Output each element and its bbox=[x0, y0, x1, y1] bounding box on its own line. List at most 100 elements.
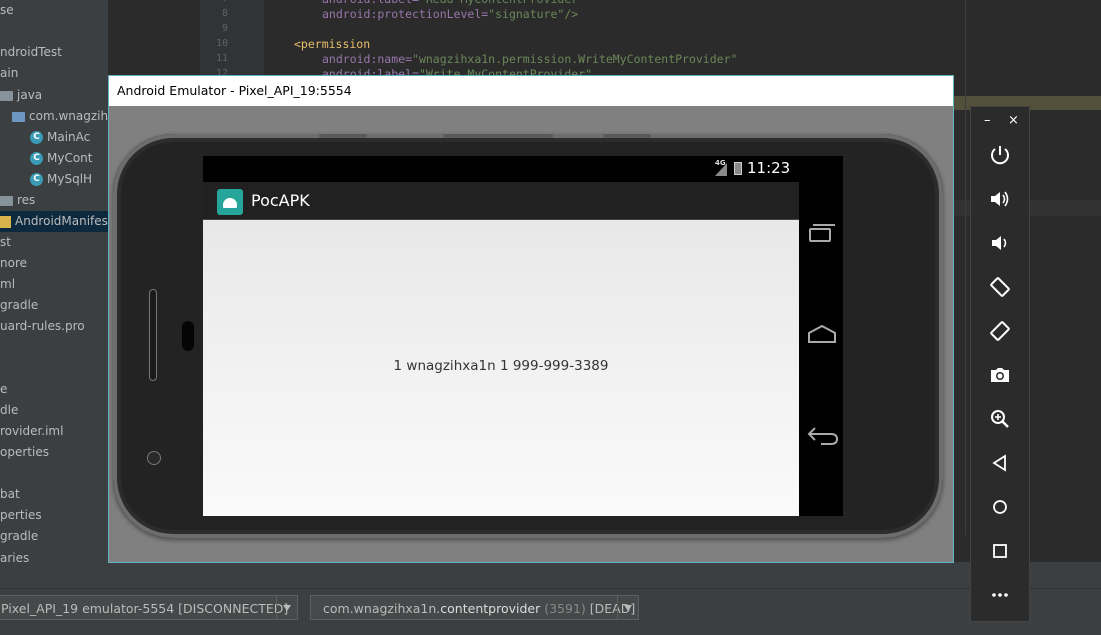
home-icon[interactable] bbox=[988, 495, 1012, 519]
tool-panel-header bbox=[0, 562, 1101, 588]
code-line: android:label="Read MyContentProvider" bbox=[322, 0, 585, 6]
emulator-title-bar[interactable]: Android Emulator - Pixel_API_19:5554 bbox=[109, 76, 953, 106]
process-selector-label: com.wnagzihxa1n.contentprovider (3591) [… bbox=[323, 596, 635, 621]
phone-side-button bbox=[443, 134, 553, 138]
project-tree-label: res bbox=[17, 193, 36, 207]
xml-value: "Read MyContentProvider" bbox=[419, 0, 585, 6]
back-icon[interactable] bbox=[988, 451, 1012, 475]
line-number: 10 bbox=[215, 38, 228, 49]
project-tree-label: gradle bbox=[0, 529, 39, 543]
project-tree-item[interactable]: gradle bbox=[0, 295, 108, 316]
project-tree-item[interactable]: dle bbox=[0, 400, 108, 421]
class-icon: C bbox=[30, 131, 43, 144]
logcat-toolbar: Pixel_API_19 emulator-5554 [DISCONNECTED… bbox=[0, 588, 1101, 635]
xml-attribute: android:protectionLevel= bbox=[322, 7, 489, 21]
project-tree-item[interactable]: operties bbox=[0, 442, 108, 463]
project-tree-item[interactable]: rovider.iml bbox=[0, 421, 108, 442]
project-tree-item[interactable]: com.wnagzihx bbox=[12, 106, 108, 127]
project-tree-item[interactable]: uard-rules.pro bbox=[0, 316, 108, 337]
project-tree-item[interactable]: ain bbox=[0, 63, 108, 84]
power-icon[interactable] bbox=[988, 143, 1012, 167]
project-tree-label: dle bbox=[0, 403, 19, 417]
minimize-button[interactable]: – bbox=[984, 113, 991, 128]
project-tree-label: perties bbox=[0, 508, 42, 522]
emulator-window: Android Emulator - Pixel_API_19:5554 4G … bbox=[108, 75, 954, 563]
project-tree-label: ain bbox=[0, 66, 19, 80]
project-tree-item[interactable]: e bbox=[0, 379, 108, 400]
line-number: 7 bbox=[206, 0, 228, 4]
chevron-down-icon[interactable] bbox=[617, 596, 638, 619]
project-tree-label: ndroidTest bbox=[0, 45, 62, 59]
action-bar: PocAPK bbox=[203, 182, 799, 220]
status-bar: 4G 11:23 bbox=[203, 156, 843, 182]
device-screen[interactable]: 4G 11:23 PocAPK 1 wnagzihxa1n 1 999-999-… bbox=[203, 156, 843, 516]
phone-side-button bbox=[319, 134, 367, 138]
process-pid: (3591) bbox=[544, 601, 586, 616]
project-tree-label: nore bbox=[0, 256, 27, 270]
network-type: 4G bbox=[715, 159, 726, 167]
line-number: 8 bbox=[221, 8, 228, 19]
home-button[interactable] bbox=[807, 324, 836, 344]
editor-right-margin bbox=[965, 0, 966, 535]
project-tree: se ndroidTest ain java com.wnagzihx C MainAc C M… bbox=[0, 0, 108, 562]
project-tree-item[interactable]: se bbox=[0, 0, 108, 21]
recents-button[interactable] bbox=[809, 224, 835, 242]
back-button[interactable] bbox=[807, 424, 839, 446]
app-content[interactable]: 1 wnagzihxa1n 1 999-999-3389 bbox=[203, 220, 799, 516]
project-tree-label: ml bbox=[0, 277, 16, 291]
project-tree-item[interactable]: aries bbox=[0, 548, 108, 562]
project-tree-item[interactable]: ndroidTest bbox=[0, 42, 108, 63]
process-package-name: contentprovider bbox=[440, 601, 541, 616]
project-tree-item[interactable]: ml bbox=[0, 274, 108, 295]
project-tree-label: operties bbox=[0, 445, 49, 459]
project-tree-item[interactable]: st bbox=[0, 232, 108, 253]
app-title: PocAPK bbox=[251, 191, 310, 210]
project-tree-label: uard-rules.pro bbox=[0, 319, 85, 333]
close-button[interactable]: × bbox=[1008, 113, 1019, 128]
chevron-down-icon[interactable] bbox=[276, 596, 297, 619]
project-tree-label: bat bbox=[0, 487, 20, 501]
volume-up-icon[interactable] bbox=[988, 187, 1012, 211]
project-tree-label: gradle bbox=[0, 298, 39, 312]
xml-attribute: android:label= bbox=[322, 0, 419, 6]
project-tree-item[interactable]: java bbox=[0, 85, 108, 106]
manifest-icon bbox=[0, 215, 11, 228]
project-tree-label: AndroidManifest. bbox=[15, 214, 108, 228]
project-tree-label: rovider.iml bbox=[0, 424, 64, 438]
volume-down-icon[interactable] bbox=[988, 231, 1012, 255]
project-tree-item[interactable]: gradle bbox=[0, 526, 108, 547]
device-selector[interactable]: Pixel_API_19 emulator-5554 [DISCONNECTED… bbox=[0, 595, 298, 620]
project-tree-item[interactable]: C MyCont bbox=[30, 148, 108, 169]
project-tree-item[interactable]: C MainAc bbox=[30, 127, 108, 148]
project-tree-item[interactable]: AndroidManifest. bbox=[0, 211, 108, 232]
project-tree-label: aries bbox=[0, 551, 30, 562]
overview-icon[interactable] bbox=[988, 539, 1012, 563]
project-tree-item[interactable]: bat bbox=[0, 484, 108, 505]
rotate-left-icon[interactable] bbox=[988, 275, 1012, 299]
code-line: android:protectionLevel="signature"/> bbox=[322, 7, 578, 21]
project-tree-label: com.wnagzihx bbox=[29, 109, 108, 123]
class-icon: C bbox=[30, 152, 43, 165]
navigation-bar bbox=[799, 156, 843, 516]
code-line: android:name="wnagzihxa1n.permission.Wri… bbox=[322, 52, 737, 66]
xml-tag: <permission bbox=[294, 37, 371, 51]
rotate-right-icon[interactable] bbox=[988, 319, 1012, 343]
project-tree-item[interactable]: perties bbox=[0, 505, 108, 526]
process-selector[interactable]: com.wnagzihxa1n.contentprovider (3591) [… bbox=[310, 595, 639, 620]
class-icon: C bbox=[30, 173, 43, 186]
project-tree-item[interactable]: C MySqlH bbox=[30, 169, 108, 190]
phone-sensor bbox=[182, 321, 194, 351]
camera-icon[interactable] bbox=[988, 363, 1012, 387]
zoom-icon[interactable] bbox=[988, 407, 1012, 431]
phone-side-button bbox=[603, 134, 651, 138]
provider-result-text: 1 wnagzihxa1n 1 999-999-3389 bbox=[393, 358, 609, 374]
project-tree-item[interactable]: res bbox=[0, 190, 108, 211]
device-selector-label: Pixel_API_19 emulator-5554 [DISCONNECTED… bbox=[1, 601, 289, 616]
phone-camera bbox=[147, 451, 161, 465]
more-icon[interactable] bbox=[988, 583, 1012, 607]
xml-value: "signature"/> bbox=[488, 7, 579, 21]
process-package-prefix: com.wnagzihxa1n. bbox=[323, 601, 441, 616]
folder-icon bbox=[0, 90, 13, 101]
project-tree-label: e bbox=[0, 382, 8, 396]
project-tree-item[interactable]: nore bbox=[0, 253, 108, 274]
